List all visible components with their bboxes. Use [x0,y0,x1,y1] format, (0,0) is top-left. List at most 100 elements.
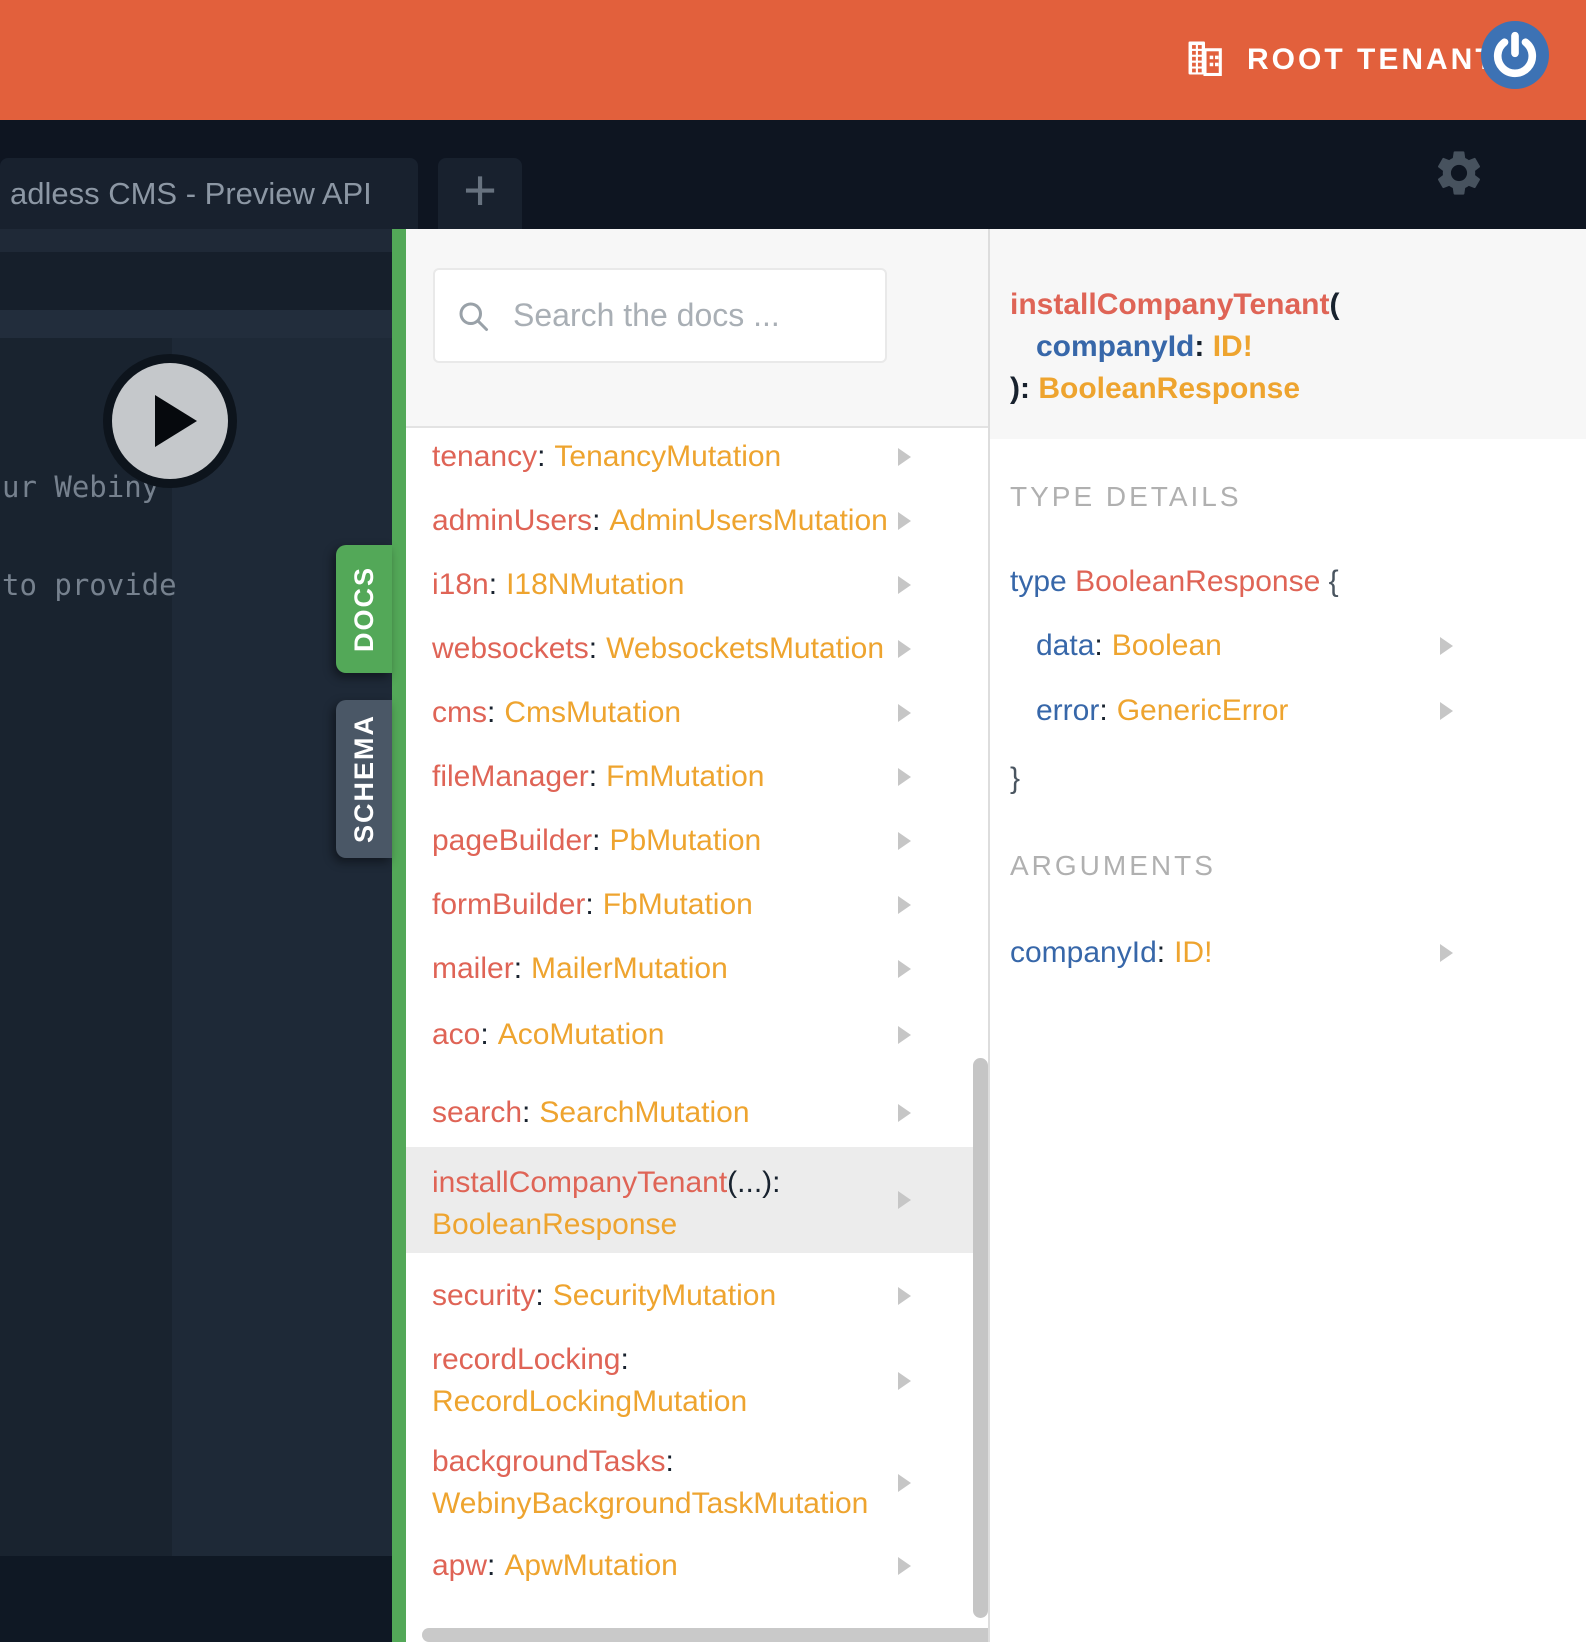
tab-title: adless CMS - Preview API [10,175,372,211]
doc-item-adminUsers[interactable]: adminUsers: AdminUsersMutation [406,504,988,537]
signature-line-2: companyId: ID! [1036,330,1253,363]
chevron-right-icon [1440,944,1453,962]
doc-item-recordLocking[interactable]: recordLocking: RecordLockingMutation [406,1339,988,1423]
chevron-right-icon [898,1557,911,1575]
doc-item-i18n[interactable]: i18n: I18NMutation [406,568,988,601]
argument-type: ID! [1212,330,1253,363]
chevron-right-icon [898,768,911,786]
tab-schema[interactable]: SCHEMA [336,700,392,858]
type-name: SecurityMutation [552,1279,777,1312]
field-name: error [1036,694,1100,727]
doc-item-security[interactable]: security: SecurityMutation [406,1279,988,1312]
type-name-link[interactable]: BooleanResponse [1075,565,1320,598]
return-type: BooleanResponse [1038,372,1301,405]
chevron-right-icon [898,832,911,850]
doc-item-aco[interactable]: aco: AcoMutation [406,1018,988,1051]
doc-item-websockets[interactable]: websockets: WebsocketsMutation [406,632,988,665]
docs-explorer-panel: tenancy:TenancyMutation adminUsers:Admin… [406,229,988,1642]
field-name: apw [432,1549,488,1582]
chevron-right-icon [1440,702,1453,720]
app-window: ROOT TENANT adless CMS - Preview API + u… [0,0,1586,1642]
field-name: fileManager [432,760,589,793]
query-editor-region[interactable]: ur Webiny to provide [0,229,392,1642]
type-name: AcoMutation [497,1018,665,1051]
play-icon [155,395,197,447]
field-name: formBuilder [432,888,586,921]
plus-icon: + [463,157,497,223]
type-details-heading: TYPE DETAILS [1010,481,1242,512]
field-name: websockets [432,632,589,665]
tab-headless-cms-preview-api[interactable]: adless CMS - Preview API [0,158,418,229]
type-name: SearchMutation [539,1096,750,1129]
chevron-right-icon [898,512,911,530]
editor-dark-strip [0,252,392,310]
docs-vertical-scrollbar[interactable] [973,1058,988,1618]
chevron-right-icon [898,1372,911,1390]
type-name: PbMutation [609,824,762,857]
doc-item-pageBuilder[interactable]: pageBuilder: PbMutation [406,824,988,857]
field-name: mailer [432,952,514,985]
execute-query-play-button[interactable] [103,354,237,488]
settings-gear-button[interactable] [1432,146,1486,200]
chevron-right-icon [898,960,911,978]
type-field-data[interactable]: data: Boolean [990,629,1586,662]
doc-item-cms[interactable]: cms: CmsMutation [406,696,988,729]
editor-gutter-panel [0,338,172,1556]
tenant-selector[interactable]: ROOT TENANT [1185,0,1497,120]
doc-item-installCompanyTenant-selected[interactable]: installCompanyTenant(...): BooleanRespon… [406,1147,988,1253]
type-declaration: type BooleanResponse { [1010,565,1339,598]
signature-line-3: ): BooleanResponse [1010,372,1301,405]
docs-tab-label: DOCS [348,565,379,652]
type-name: WebsocketsMutation [606,632,885,665]
docs-search-input[interactable] [511,296,865,335]
chevron-right-icon [898,1026,911,1044]
field-name: tenancy [432,440,538,473]
argument-name: companyId [1010,936,1157,969]
docs-horizontal-scrollbar[interactable] [422,1628,988,1642]
type-name: TenancyMutation [554,440,782,473]
search-icon [455,298,491,334]
field-type: GenericError [1116,694,1289,727]
doc-item-fileManager[interactable]: fileManager: FmMutation [406,760,988,793]
editor-light-band [0,310,392,338]
tab-docs[interactable]: DOCS [336,545,392,673]
argument-companyId[interactable]: companyId: ID! [990,936,1586,969]
doc-item-mailer[interactable]: mailer: MailerMutation [406,952,988,985]
logout-power-button[interactable] [1481,21,1549,89]
editor-topbar-band [0,229,392,252]
chevron-right-icon [898,1191,911,1209]
chevron-right-icon [898,1287,911,1305]
doc-item-formBuilder[interactable]: formBuilder: FbMutation [406,888,988,921]
type-field-error[interactable]: error: GenericError [990,694,1586,727]
docs-search-box[interactable] [433,268,887,363]
field-name: data [1036,629,1095,662]
chevron-right-icon [1440,637,1453,655]
top-header-bar: ROOT TENANT [0,0,1586,120]
doc-item-apw[interactable]: apw: ApwMutation [406,1549,988,1582]
field-name: aco [432,1018,481,1051]
chevron-right-icon [898,896,911,914]
chevron-right-icon [898,1104,911,1122]
session-tab-bar: adless CMS - Preview API + [0,120,1586,229]
doc-item-tenancy[interactable]: tenancy: TenancyMutation [406,440,988,473]
new-tab-button[interactable]: + [438,158,522,229]
doc-item-search[interactable]: search: SearchMutation [406,1096,988,1129]
tenant-label: ROOT TENANT [1247,43,1497,76]
chevron-right-icon [898,576,911,594]
schema-tab-label: SCHEMA [348,714,379,844]
type-name: CmsMutation [504,696,682,729]
field-name: search [432,1096,523,1129]
argument-name: companyId [1036,330,1195,363]
type-close-brace: } [1010,762,1021,795]
type-name: FbMutation [602,888,753,921]
editor-code-line: to provide [2,568,177,602]
chevron-right-icon [898,704,911,722]
field-name: installCompanyTenant [1010,288,1330,321]
building-icon [1185,39,1225,82]
chevron-right-icon [898,640,911,658]
doc-item-backgroundTasks[interactable]: backgroundTasks: WebinyBackgroundTaskMut… [406,1441,988,1525]
arguments-heading: ARGUMENTS [1010,850,1216,881]
field-name: pageBuilder [432,824,593,857]
docs-search-section [406,229,988,428]
chevron-right-icon [898,448,911,466]
